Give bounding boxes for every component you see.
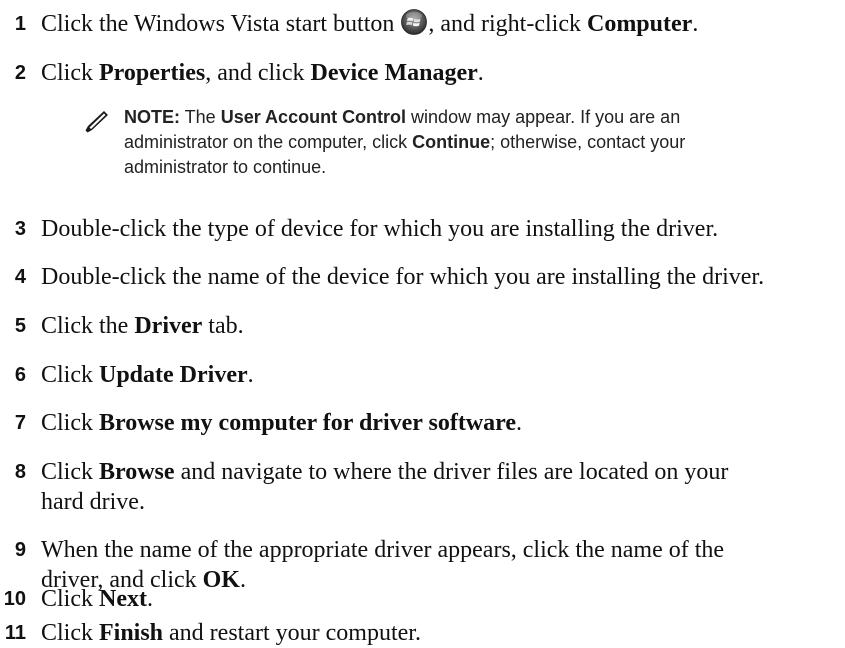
step-text: Click Properties, and click Device Manag… (41, 60, 484, 86)
note-pencil-icon (83, 111, 108, 135)
step-number: 3 (14, 218, 26, 240)
step-text: Click the Windows Vista start button , a… (41, 9, 699, 37)
step-text: Click Browse and navigate to where the d… (41, 459, 729, 515)
step-number: 10 (3, 588, 26, 610)
note-text: NOTE: The User Account Control window ma… (124, 107, 686, 177)
step-text: Click Next. (41, 586, 153, 612)
step-number: 6 (14, 364, 26, 386)
step-text: Click Update Driver. (41, 362, 254, 388)
step-number: 4 (14, 266, 26, 288)
step-number: 5 (14, 315, 26, 337)
step-number: 9 (14, 539, 26, 561)
step-text: Double-click the name of the device for … (41, 264, 765, 290)
step-text: Click Finish and restart your computer. (41, 620, 421, 646)
step-number: 1 (14, 13, 26, 35)
step-text: Double-click the type of device for whic… (41, 216, 719, 242)
step-number: 8 (14, 461, 26, 483)
windows-start-orb-icon (401, 9, 428, 35)
step-text: Click Browse my computer for driver soft… (41, 410, 523, 436)
step-number: 7 (14, 412, 26, 434)
step-text: Click the Driver tab. (41, 313, 244, 339)
step-number: 11 (4, 622, 26, 644)
step-number: 2 (14, 62, 26, 84)
